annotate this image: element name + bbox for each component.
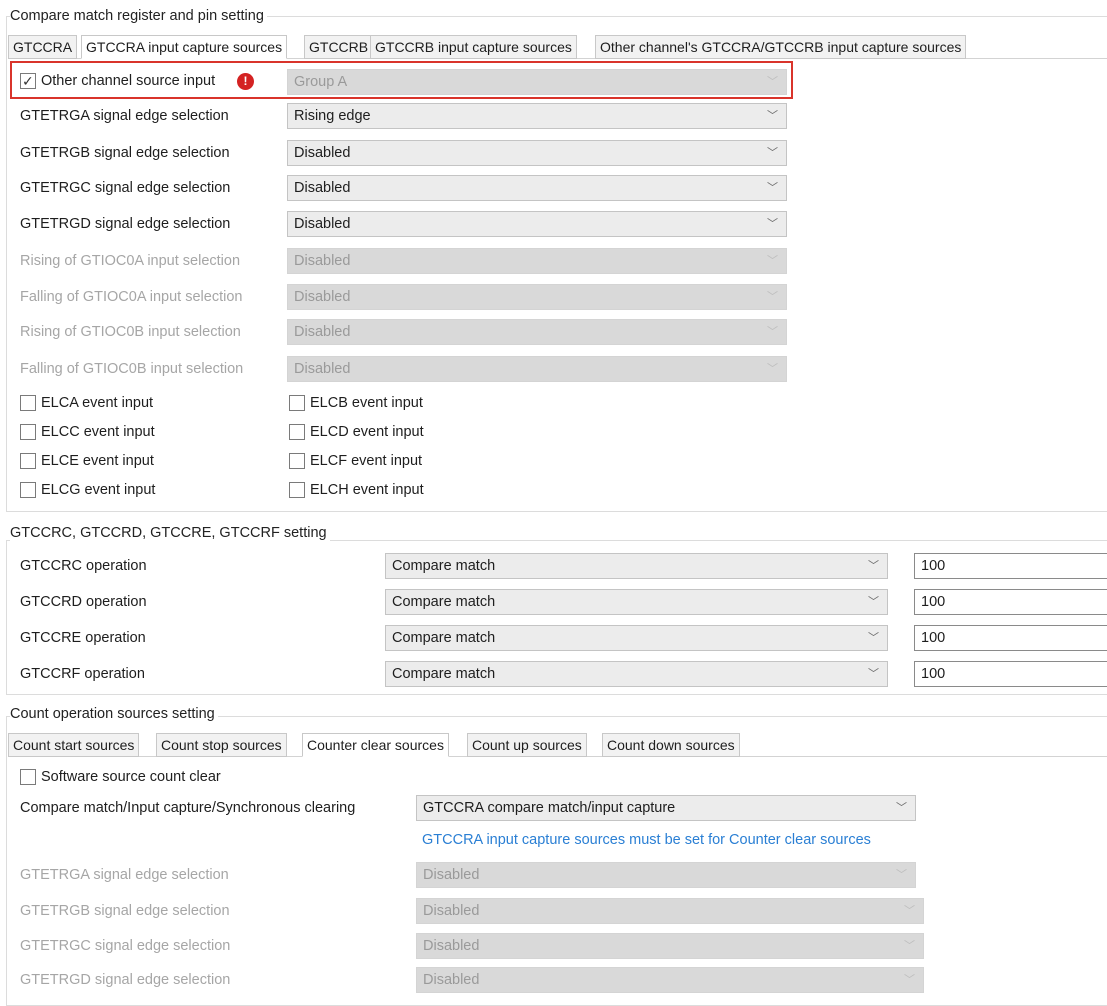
clearing-label: Compare match/Input capture/Synchronous … [20, 800, 356, 816]
gtccrc-operation-select[interactable]: Compare match ﹀ [385, 553, 888, 579]
tab-counter-clear[interactable]: Counter clear sources [302, 733, 449, 757]
elcd-label: ELCD event input [310, 424, 424, 440]
tab-gtccrb-input-capture[interactable]: GTCCRB input capture sources [370, 35, 577, 59]
count-operation-group-title: Count operation sources setting [10, 706, 218, 722]
gtccrf-operation-select[interactable]: Compare match ﹀ [385, 661, 888, 687]
elch-checkbox[interactable] [289, 482, 305, 498]
chevron-down-icon: ﹀ [868, 560, 879, 572]
tab-gtccra[interactable]: GTCCRA [8, 35, 78, 59]
software-clear-label: Software source count clear [41, 769, 221, 785]
gtetrgc-edge-label: GTETRGC signal edge selection [20, 180, 231, 196]
falling-gtioc0a-select[interactable]: Disabled ﹀ [287, 284, 787, 310]
gtetrgb-edge-select[interactable]: Disabled ﹀ [287, 140, 787, 166]
gtccr-setting-group-title: GTCCRC, GTCCRD, GTCCRE, GTCCRF setting [10, 525, 330, 541]
rising-gtioc0b-label: Rising of GTIOC0B input selection [20, 324, 241, 340]
gtccrd-value-input[interactable]: 100 [914, 589, 1107, 615]
elcg-checkbox[interactable] [20, 482, 36, 498]
gtccrf-value-input[interactable]: 100 [914, 661, 1107, 687]
chevron-down-icon: ﹀ [896, 802, 907, 814]
count-gtetrga-select[interactable]: Disabled ﹀ [416, 862, 916, 888]
gtetrga-edge-select[interactable]: Rising edge ﹀ [287, 103, 787, 129]
chevron-down-icon: ﹀ [904, 940, 915, 952]
other-channel-source-label: Other channel source input [41, 73, 216, 89]
gtetrga-edge-label: GTETRGA signal edge selection [20, 108, 229, 124]
checkmark-icon: ✓ [22, 73, 34, 89]
compare-match-group-title: Compare match register and pin setting [10, 8, 267, 24]
falling-gtioc0a-label: Falling of GTIOC0A input selection [20, 289, 243, 305]
other-channel-source-checkbox[interactable]: ✓ [20, 73, 36, 89]
software-clear-checkbox[interactable] [20, 769, 36, 785]
chevron-down-icon: ﹀ [868, 668, 879, 680]
elca-checkbox[interactable] [20, 395, 36, 411]
elca-label: ELCA event input [41, 395, 154, 411]
count-gtetrgb-select[interactable]: Disabled ﹀ [416, 898, 924, 924]
elce-checkbox[interactable] [20, 453, 36, 469]
gtccre-value-input[interactable]: 100 [914, 625, 1107, 651]
chevron-down-icon: ﹀ [767, 326, 778, 338]
gtetrgc-edge-select[interactable]: Disabled ﹀ [287, 175, 787, 201]
elcf-checkbox[interactable] [289, 453, 305, 469]
gtccrc-operation-label: GTCCRC operation [20, 558, 147, 574]
gtetrgd-edge-label: GTETRGD signal edge selection [20, 216, 231, 232]
chevron-down-icon: ﹀ [767, 363, 778, 375]
clear-sources-info-text: GTCCRA input capture sources must be set… [422, 832, 871, 848]
count-operation-tabbar: Count start sources Count stop sources C… [8, 733, 1107, 757]
gtetrgd-edge-select[interactable]: Disabled ﹀ [287, 211, 787, 237]
count-gtetrgc-label: GTETRGC signal edge selection [20, 938, 231, 954]
tab-other-channel-input-capture[interactable]: Other channel's GTCCRA/GTCCRB input capt… [595, 35, 967, 59]
gtccrc-value-input[interactable]: 100 [914, 553, 1107, 579]
chevron-down-icon: ﹀ [868, 632, 879, 644]
chevron-down-icon: ﹀ [767, 291, 778, 303]
elcg-label: ELCG event input [41, 482, 156, 498]
chevron-down-icon: ﹀ [767, 76, 778, 88]
gtccre-operation-label: GTCCRE operation [20, 630, 146, 646]
tab-gtccra-input-capture[interactable]: GTCCRA input capture sources [81, 35, 288, 59]
elce-label: ELCE event input [41, 453, 154, 469]
gtccrd-operation-select[interactable]: Compare match ﹀ [385, 589, 888, 615]
error-icon: ! [237, 73, 254, 90]
chevron-down-icon: ﹀ [904, 905, 915, 917]
gtccre-operation-select[interactable]: Compare match ﹀ [385, 625, 888, 651]
clearing-select[interactable]: GTCCRA compare match/input capture ﹀ [416, 795, 916, 821]
chevron-down-icon: ﹀ [767, 147, 778, 159]
other-channel-source-select[interactable]: Group A ﹀ [287, 69, 787, 95]
falling-gtioc0b-label: Falling of GTIOC0B input selection [20, 361, 244, 377]
count-gtetrgc-select[interactable]: Disabled ﹀ [416, 933, 924, 959]
compare-match-tabbar: GTCCRA GTCCRA input capture sources GTCC… [8, 35, 1107, 59]
elcc-checkbox[interactable] [20, 424, 36, 440]
chevron-down-icon: ﹀ [767, 218, 778, 230]
tab-count-start[interactable]: Count start sources [8, 733, 140, 757]
elcc-label: ELCC event input [41, 424, 155, 440]
chevron-down-icon: ﹀ [896, 869, 907, 881]
chevron-down-icon: ﹀ [767, 182, 778, 194]
tab-count-stop[interactable]: Count stop sources [156, 733, 287, 757]
tab-gtccrb[interactable]: GTCCRB [304, 35, 374, 59]
rising-gtioc0b-select[interactable]: Disabled ﹀ [287, 319, 787, 345]
elcf-label: ELCF event input [310, 453, 423, 469]
elch-label: ELCH event input [310, 482, 424, 498]
count-gtetrgd-select[interactable]: Disabled ﹀ [416, 967, 924, 993]
count-gtetrgd-label: GTETRGD signal edge selection [20, 972, 231, 988]
tab-count-down[interactable]: Count down sources [602, 733, 740, 757]
gtccrd-operation-label: GTCCRD operation [20, 594, 147, 610]
gtetrgb-edge-label: GTETRGB signal edge selection [20, 145, 230, 161]
gtccrf-operation-label: GTCCRF operation [20, 666, 145, 682]
chevron-down-icon: ﹀ [868, 596, 879, 608]
falling-gtioc0b-select[interactable]: Disabled ﹀ [287, 356, 787, 382]
chevron-down-icon: ﹀ [904, 974, 915, 986]
tab-count-up[interactable]: Count up sources [467, 733, 587, 757]
chevron-down-icon: ﹀ [767, 110, 778, 122]
count-gtetrga-label: GTETRGA signal edge selection [20, 867, 229, 883]
rising-gtioc0a-label: Rising of GTIOC0A input selection [20, 253, 241, 269]
elcb-checkbox[interactable] [289, 395, 305, 411]
count-operation-group [6, 716, 1107, 1006]
elcd-checkbox[interactable] [289, 424, 305, 440]
count-gtetrgb-label: GTETRGB signal edge selection [20, 903, 230, 919]
rising-gtioc0a-select[interactable]: Disabled ﹀ [287, 248, 787, 274]
chevron-down-icon: ﹀ [767, 255, 778, 267]
elcb-label: ELCB event input [310, 395, 423, 411]
